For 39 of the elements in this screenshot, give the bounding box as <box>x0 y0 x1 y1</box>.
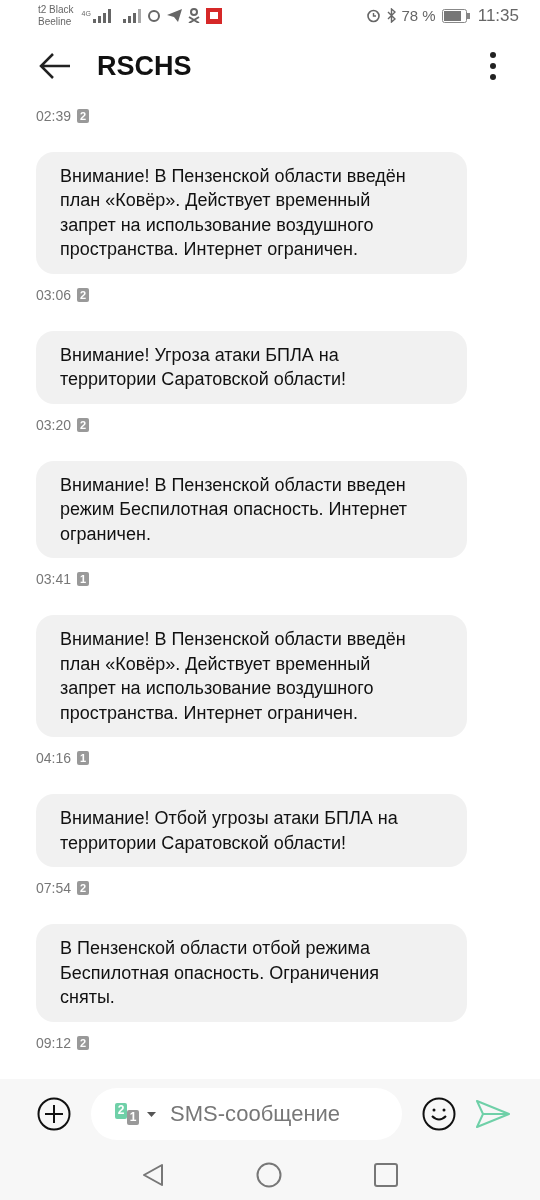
message-time: 03:06 <box>36 286 72 303</box>
sim-badge: 2 <box>77 881 90 896</box>
message-bubble[interactable]: В Пензенской области отбой режима Беспилотная опасность. Ограничения сняты. <box>36 924 467 1022</box>
emoji-icon[interactable] <box>422 1097 456 1132</box>
add-icon[interactable] <box>37 1097 71 1132</box>
conversation-title: RSCHS <box>97 50 192 82</box>
back-arrow-icon[interactable] <box>39 52 71 81</box>
message-bubble[interactable]: Внимание! Угроза атаки БПЛА на территории Саратовской области! <box>36 330 467 404</box>
sim-badge: 2 <box>77 108 90 123</box>
paper-plane-icon[interactable] <box>166 9 182 23</box>
message-time: 03:41 <box>36 571 72 588</box>
more-options-icon[interactable] <box>490 52 496 81</box>
battery-percent: 78 % <box>401 7 436 25</box>
message-bubble[interactable]: Внимание! Отбой угрозы атаки БПЛА на территории Саратовской области! <box>36 794 467 868</box>
home-icon[interactable] <box>256 1161 282 1188</box>
carrier-name: t2 Black <box>38 3 74 16</box>
battery-icon <box>441 8 470 23</box>
back-icon[interactable] <box>142 1162 164 1187</box>
bluetooth-icon <box>386 8 396 24</box>
sim-badge: 1 <box>77 751 90 766</box>
sim-badge: 2 <box>77 287 90 302</box>
caret-icon[interactable] <box>147 1111 156 1117</box>
message-bubble[interactable]: Внимание! В Пензенской области введён план «Ковёр». Действует временный запрет на использование воздушного пространства. Интернет ограничен. <box>36 151 467 274</box>
message-bubble[interactable]: Внимание! В Пензенской области введён план «Ковёр». Действует временный запрет на использование воздушного пространства. Интернет ограничен. <box>36 615 467 738</box>
sim-badge: 1 <box>77 572 90 587</box>
recents-icon[interactable] <box>374 1162 398 1187</box>
alarm-icon <box>365 8 381 24</box>
carrier-name: Beeline <box>38 15 73 28</box>
clock: 11:35 <box>477 5 519 26</box>
sim-badge: 2 <box>77 1035 90 1050</box>
sim-badge: 2 <box>77 417 90 432</box>
message-bubble[interactable]: Внимание! В Пензенской области введен режим Беспилотная опасность. Интернет ограничен. <box>36 460 467 559</box>
message-time: 04:16 <box>36 750 72 767</box>
signal-icon <box>122 8 141 23</box>
signal-icon <box>92 8 111 23</box>
message-time: 02:39 <box>36 107 72 124</box>
message-time: 07:54 <box>36 880 72 897</box>
message-time: 03:20 <box>36 416 72 433</box>
message-time: 09:12 <box>36 1034 72 1051</box>
